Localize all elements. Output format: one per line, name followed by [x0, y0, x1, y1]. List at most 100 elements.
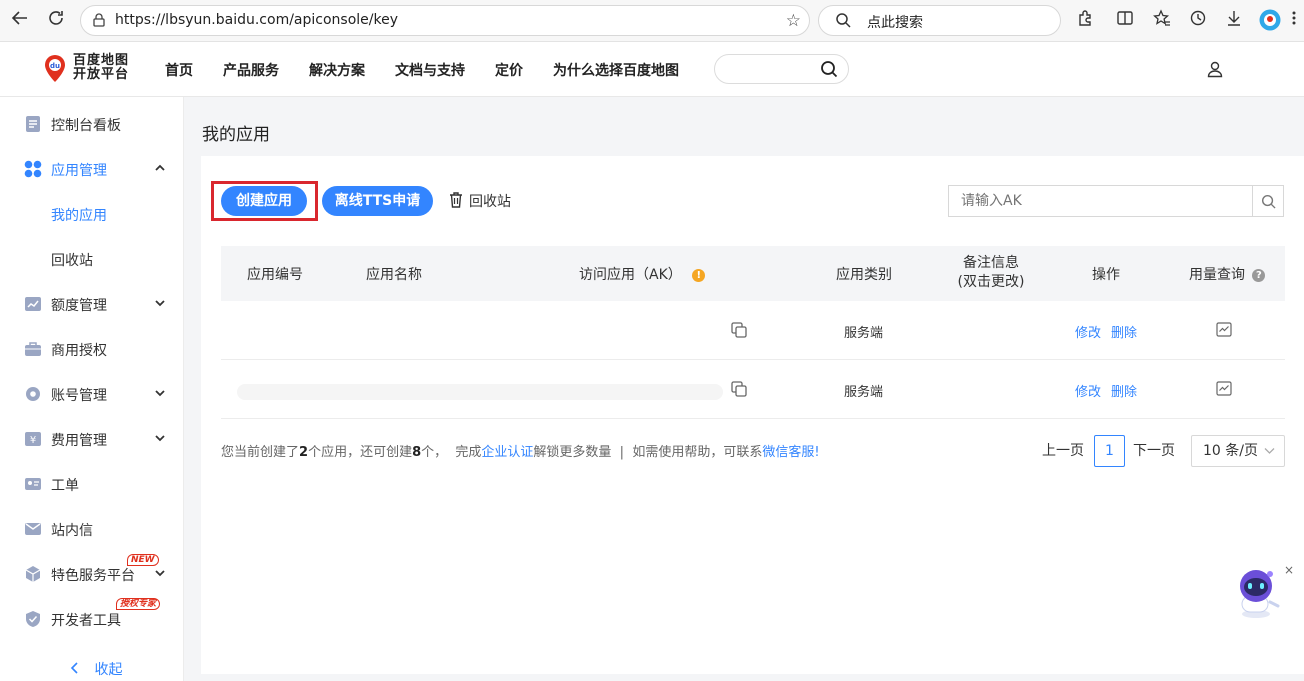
col-note-line2: (双击更改) — [957, 274, 1025, 290]
note-text-1: 您当前创建了 — [221, 445, 300, 460]
col-app-type: 应用类别 — [836, 267, 892, 283]
page-size-select[interactable]: 10 条/页 — [1191, 435, 1285, 467]
user-icon[interactable] — [1206, 60, 1224, 78]
sidebar-item-recycle-bin[interactable]: 回收站 — [0, 237, 184, 282]
chevron-up-icon — [155, 164, 165, 171]
edit-link[interactable]: 修改 — [1075, 381, 1101, 400]
sidebar-item-billing[interactable]: ¥ 费用管理 — [0, 417, 184, 462]
usage-chart-icon[interactable] — [1216, 322, 1232, 337]
document-icon — [26, 116, 40, 132]
sidebar-item-messages[interactable]: 站内信 — [0, 507, 184, 552]
nav-products[interactable]: 产品服务 — [223, 60, 279, 80]
chevron-down-icon — [155, 300, 165, 307]
sidebar-item-label: 额度管理 — [51, 298, 107, 314]
browser-search-box[interactable]: 点此搜索 — [818, 5, 1061, 36]
nav-pricing[interactable]: 定价 — [495, 60, 523, 80]
sidebar-item-my-apps[interactable]: 我的应用 — [0, 192, 184, 237]
favorites-icon[interactable] — [1150, 9, 1174, 33]
sidebar-item-tickets[interactable]: 工单 — [0, 462, 184, 507]
col-action: 操作 — [1092, 267, 1120, 283]
address-bar[interactable]: https://lbsyun.baidu.com/apiconsole/key … — [80, 5, 810, 36]
page-size-value: 10 条/页 — [1203, 443, 1258, 459]
svg-text:¥: ¥ — [30, 435, 36, 446]
profile-avatar-icon[interactable] — [1258, 9, 1282, 33]
edit-link[interactable]: 修改 — [1075, 322, 1101, 341]
lock-icon — [93, 13, 105, 27]
recycle-bin-button[interactable]: 回收站 — [449, 191, 511, 211]
page-number[interactable]: 1 — [1094, 435, 1125, 467]
favorite-star-icon[interactable]: ☆ — [786, 11, 801, 31]
help-icon[interactable]: ? — [1252, 269, 1266, 282]
nav-docs[interactable]: 文档与支持 — [395, 60, 465, 80]
new-badge: NEW — [127, 554, 159, 566]
search-icon — [1261, 194, 1276, 209]
shield-check-icon — [26, 611, 40, 627]
sidebar-item-label: 应用管理 — [51, 163, 107, 179]
sidebar: 控制台看板 应用管理 我的应用 回收站 额度管理 商用授权 账号管理 ¥ 费用管… — [0, 97, 184, 681]
history-icon[interactable] — [1186, 9, 1210, 33]
sidebar-item-commercial-license[interactable]: 商用授权 — [0, 327, 184, 372]
ak-search-input[interactable] — [948, 185, 1253, 217]
search-icon[interactable] — [820, 60, 838, 78]
nav-why-baidu[interactable]: 为什么选择百度地图 — [553, 60, 679, 80]
sidebar-item-account[interactable]: 账号管理 — [0, 372, 184, 417]
page-title: 我的应用 — [202, 125, 270, 145]
collapse-sidebar-button[interactable]: 收起 — [70, 659, 122, 679]
sidebar-item-label: 控制台看板 — [51, 118, 121, 134]
refresh-icon[interactable] — [44, 9, 68, 33]
sidebar-item-label: 我的应用 — [51, 208, 107, 224]
enterprise-cert-link[interactable]: 企业认证 — [481, 445, 533, 460]
create-app-button[interactable]: 创建应用 — [221, 186, 307, 216]
yen-icon: ¥ — [25, 432, 41, 446]
chart-line-icon — [25, 297, 41, 311]
usage-chart-icon[interactable] — [1216, 381, 1232, 396]
url-text: https://lbsyun.baidu.com/apiconsole/key — [115, 12, 398, 28]
site-search-input[interactable] — [714, 54, 849, 84]
browser-toolbar: https://lbsyun.baidu.com/apiconsole/key … — [0, 0, 1304, 42]
split-screen-icon[interactable] — [1113, 9, 1137, 33]
nav-solutions[interactable]: 解决方案 — [309, 60, 365, 80]
assistant-robot-icon[interactable] — [1230, 566, 1282, 620]
col-ak: 访问应用（AK） ! — [579, 264, 706, 284]
sidebar-item-label: 站内信 — [51, 523, 93, 539]
next-page-button[interactable]: 下一页 — [1133, 435, 1175, 467]
col-usage: 用量查询 ? — [1189, 264, 1266, 284]
prev-page-button[interactable]: 上一页 — [1042, 435, 1084, 467]
back-icon[interactable] — [8, 9, 32, 33]
note-text-5: ! — [814, 445, 820, 460]
col-note-line1: 备注信息 — [963, 255, 1019, 271]
sidebar-item-label: 工单 — [51, 478, 79, 494]
download-icon[interactable] — [1222, 9, 1246, 33]
sidebar-item-app-management[interactable]: 应用管理 — [0, 147, 184, 192]
ak-search-button[interactable] — [1252, 185, 1284, 217]
close-assistant-icon[interactable]: × — [1284, 563, 1294, 577]
apps-grid-icon — [24, 160, 42, 178]
delete-link[interactable]: 删除 — [1111, 322, 1137, 341]
delete-link[interactable]: 删除 — [1111, 381, 1137, 400]
id-card-icon — [25, 478, 41, 490]
sidebar-item-quota[interactable]: 额度管理 — [0, 282, 184, 327]
copy-icon[interactable] — [731, 381, 747, 397]
offline-tts-button[interactable]: 离线TTS申请 — [322, 186, 433, 216]
sidebar-item-dashboard[interactable]: 控制台看板 — [0, 102, 184, 147]
copy-icon[interactable] — [731, 322, 747, 338]
more-menu-icon[interactable] — [1288, 9, 1300, 33]
created-count: 2 — [299, 445, 309, 460]
app-type-cell: 服务端 — [844, 326, 884, 341]
baidu-map-logo-icon[interactable]: du — [42, 54, 68, 84]
nav-home[interactable]: 首页 — [165, 60, 193, 80]
gear-icon — [26, 387, 40, 401]
logo-line-1: 百度地图 — [73, 53, 130, 68]
wechat-support-link[interactable]: 微信客服 — [762, 445, 814, 460]
extensions-icon[interactable] — [1073, 9, 1097, 33]
info-icon[interactable]: ! — [692, 269, 706, 282]
col-usage-label: 用量查询 — [1189, 267, 1245, 283]
auth-expert-badge: 授权专家 — [116, 598, 161, 610]
table-header: 应用编号 应用名称 访问应用（AK） ! 应用类别 备注信息 (双击更改) 操作… — [221, 246, 1285, 301]
logo-text[interactable]: 百度地图 开放平台 — [73, 54, 129, 82]
main-nav: 首页 产品服务 解决方案 文档与支持 定价 为什么选择百度地图 — [165, 42, 709, 97]
sidebar-item-label: 回收站 — [51, 253, 93, 269]
col-ak-label: 访问应用（AK） — [579, 267, 682, 283]
remaining-count: 8 — [412, 445, 422, 460]
note-text-2: 个应用，还可创建 — [308, 445, 413, 460]
